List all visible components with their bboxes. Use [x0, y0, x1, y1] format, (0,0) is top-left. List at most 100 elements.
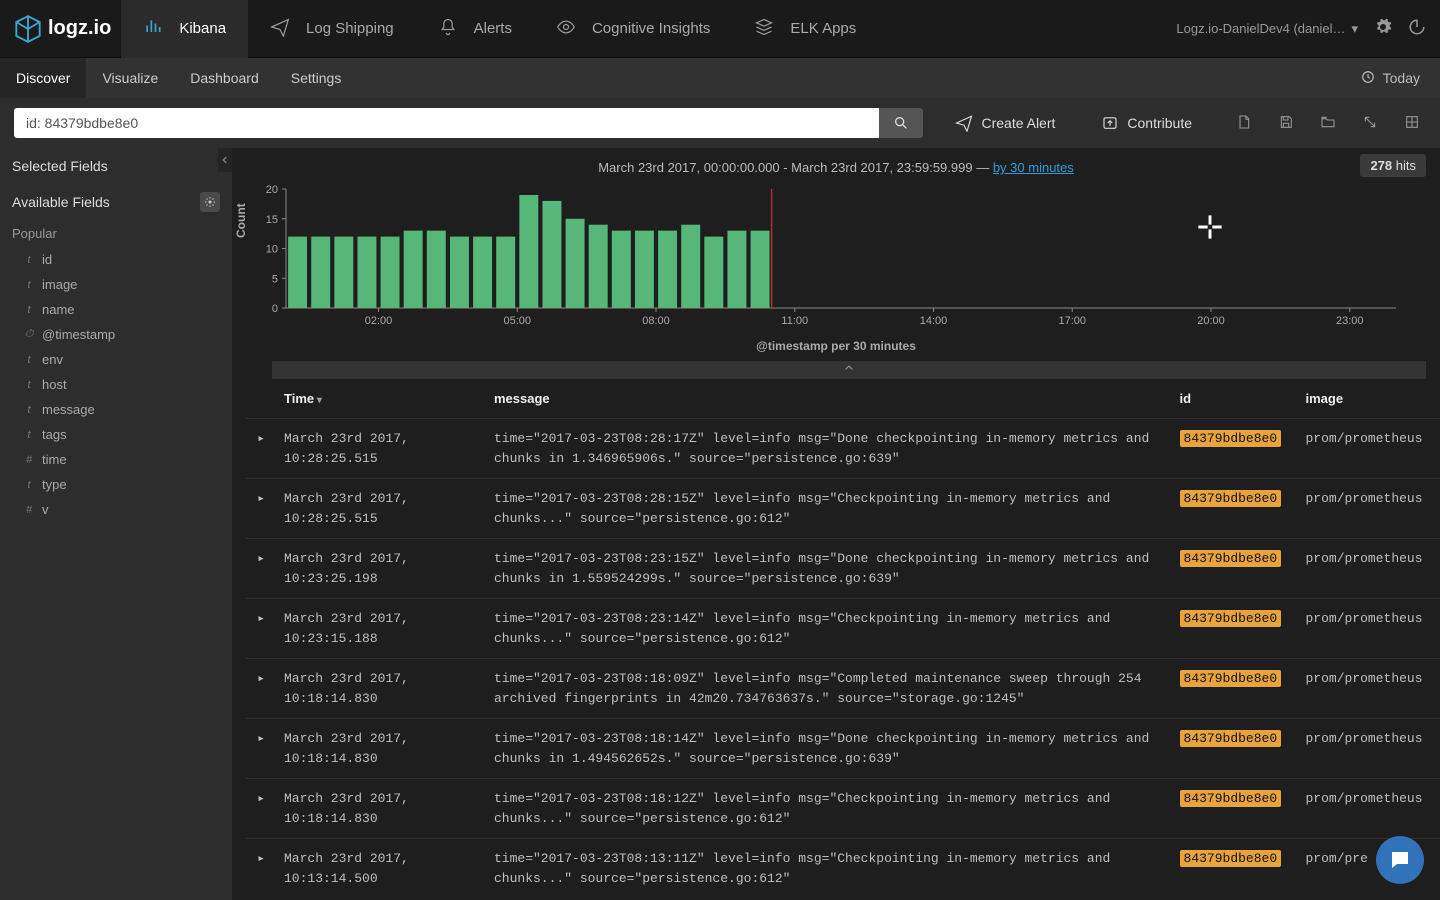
- time-range-label[interactable]: Today: [1383, 70, 1420, 86]
- paperplane-icon: [270, 17, 298, 41]
- expand-chart-handle[interactable]: [272, 361, 1426, 379]
- create-alert-button[interactable]: Create Alert: [941, 108, 1069, 138]
- field-type-icon: t: [24, 279, 34, 291]
- expand-row-icon[interactable]: ▸: [246, 419, 276, 479]
- cell-id: 84379bdbe8e0: [1172, 539, 1298, 599]
- query-input[interactable]: [14, 108, 879, 138]
- query-bar: Create Alert Contribute: [0, 98, 1440, 148]
- contribute-button[interactable]: Contribute: [1087, 108, 1206, 138]
- open-icon[interactable]: [1320, 114, 1336, 133]
- field-type-icon: t: [24, 479, 34, 491]
- share-icon[interactable]: [1362, 114, 1378, 133]
- expand-row-icon[interactable]: ▸: [246, 779, 276, 839]
- field-v[interactable]: #v: [0, 497, 232, 522]
- histogram-chart[interactable]: 0510152002:0005:0008:0011:0014:0017:0020…: [246, 183, 1406, 333]
- table-row: ▸ March 23rd 2017, 10:18:14.830 time="20…: [246, 719, 1440, 779]
- field-name[interactable]: tname: [0, 297, 232, 322]
- expand-row-icon[interactable]: ▸: [246, 479, 276, 539]
- field-timestamp[interactable]: ⏱@timestamp: [0, 322, 232, 347]
- expand-row-icon[interactable]: ▸: [246, 719, 276, 779]
- cell-image: prom/prometheus: [1298, 599, 1440, 659]
- cell-id: 84379bdbe8e0: [1172, 479, 1298, 539]
- field-settings-icon[interactable]: [200, 192, 220, 212]
- cell-message: time="2017-03-23T08:13:11Z" level=info m…: [486, 839, 1172, 899]
- highlighted-id: 84379bdbe8e0: [1180, 730, 1282, 747]
- cell-time: March 23rd 2017, 10:28:25.515: [276, 479, 486, 539]
- svg-text:0: 0: [272, 303, 278, 315]
- field-type-icon: #: [24, 504, 34, 516]
- nav-tab-alerts[interactable]: Alerts: [416, 0, 534, 58]
- cell-time: March 23rd 2017, 10:23:25.198: [276, 539, 486, 599]
- table-row: ▸ March 23rd 2017, 10:18:14.830 time="20…: [246, 659, 1440, 719]
- field-id[interactable]: tid: [0, 247, 232, 272]
- eye-icon: [556, 17, 584, 41]
- field-message[interactable]: tmessage: [0, 397, 232, 422]
- column-time[interactable]: Time: [276, 379, 486, 419]
- new-icon[interactable]: [1236, 114, 1252, 133]
- upload-icon: [1101, 114, 1119, 132]
- nav-tab-cognitive-insights[interactable]: Cognitive Insights: [534, 0, 732, 58]
- cell-id: 84379bdbe8e0: [1172, 839, 1298, 899]
- field-image[interactable]: timage: [0, 272, 232, 297]
- cell-time: March 23rd 2017, 10:18:14.830: [276, 719, 486, 779]
- logz-icon: [14, 15, 42, 43]
- highlighted-id: 84379bdbe8e0: [1180, 610, 1282, 627]
- svg-text:05:00: 05:00: [503, 315, 531, 327]
- highlighted-id: 84379bdbe8e0: [1180, 430, 1282, 447]
- subtab-dashboard[interactable]: Dashboard: [174, 58, 275, 98]
- search-button[interactable]: [879, 108, 923, 138]
- grid-icon[interactable]: [1404, 114, 1420, 133]
- column-message[interactable]: message: [486, 379, 1172, 419]
- nav-tab-kibana[interactable]: Kibana: [121, 0, 248, 58]
- collapse-sidebar-button[interactable]: [218, 148, 232, 172]
- field-tags[interactable]: ttags: [0, 422, 232, 447]
- chart-ylabel: Count: [234, 203, 248, 238]
- account-dropdown[interactable]: Logz.io-DanielDev4 (daniel… ▾: [1176, 21, 1358, 37]
- settings-icon[interactable]: [1374, 18, 1392, 39]
- brand-logo[interactable]: logz.io: [14, 15, 111, 43]
- column-image[interactable]: image: [1298, 379, 1440, 419]
- brand-text: logz.io: [48, 17, 111, 40]
- field-type[interactable]: ttype: [0, 472, 232, 497]
- logout-icon[interactable]: [1408, 18, 1426, 39]
- cell-image: prom/prometheus: [1298, 779, 1440, 839]
- field-host[interactable]: thost: [0, 372, 232, 397]
- chevron-up-icon: [843, 362, 855, 374]
- expand-row-icon[interactable]: ▸: [246, 539, 276, 599]
- subtab-settings[interactable]: Settings: [275, 58, 358, 98]
- field-type-icon: t: [24, 354, 34, 366]
- fields-sidebar: Selected Fields Available Fields Popular…: [0, 148, 232, 900]
- field-type-icon: t: [24, 254, 34, 266]
- clock-icon: [1361, 70, 1375, 87]
- table-row: ▸ March 23rd 2017, 10:13:14.500 time="20…: [246, 839, 1440, 899]
- cell-id: 84379bdbe8e0: [1172, 599, 1298, 659]
- cell-time: March 23rd 2017, 10:18:14.830: [276, 659, 486, 719]
- save-icon[interactable]: [1278, 114, 1294, 133]
- svg-text:20:00: 20:00: [1197, 315, 1225, 327]
- subtab-visualize[interactable]: Visualize: [86, 58, 174, 98]
- field-type-icon: t: [24, 304, 34, 316]
- chat-icon: [1388, 848, 1412, 872]
- sub-nav: DiscoverVisualizeDashboardSettings Today: [0, 58, 1440, 98]
- nav-tab-elk-apps[interactable]: ELK Apps: [732, 0, 878, 58]
- column-id[interactable]: id: [1172, 379, 1298, 419]
- expand-row-icon[interactable]: ▸: [246, 839, 276, 899]
- subtab-discover[interactable]: Discover: [0, 58, 86, 98]
- field-env[interactable]: tenv: [0, 347, 232, 372]
- cell-time: March 23rd 2017, 10:23:15.188: [276, 599, 486, 659]
- chat-widget[interactable]: [1376, 836, 1424, 884]
- field-type-icon: t: [24, 379, 34, 391]
- cell-message: time="2017-03-23T08:23:14Z" level=info m…: [486, 599, 1172, 659]
- field-type-icon: #: [24, 454, 34, 466]
- svg-text:14:00: 14:00: [920, 315, 948, 327]
- expand-row-icon[interactable]: ▸: [246, 659, 276, 719]
- field-type-icon: ⏱: [24, 328, 34, 341]
- chart-caption: March 23rd 2017, 00:00:00.000 - March 23…: [246, 160, 1426, 175]
- expand-row-icon[interactable]: ▸: [246, 599, 276, 659]
- cell-image: prom/prometheus: [1298, 719, 1440, 779]
- field-time[interactable]: #time: [0, 447, 232, 472]
- interval-link[interactable]: by 30 minutes: [993, 160, 1074, 175]
- cell-message: time="2017-03-23T08:18:09Z" level=info m…: [486, 659, 1172, 719]
- nav-tab-log-shipping[interactable]: Log Shipping: [248, 0, 416, 58]
- cell-time: March 23rd 2017, 10:18:14.830: [276, 779, 486, 839]
